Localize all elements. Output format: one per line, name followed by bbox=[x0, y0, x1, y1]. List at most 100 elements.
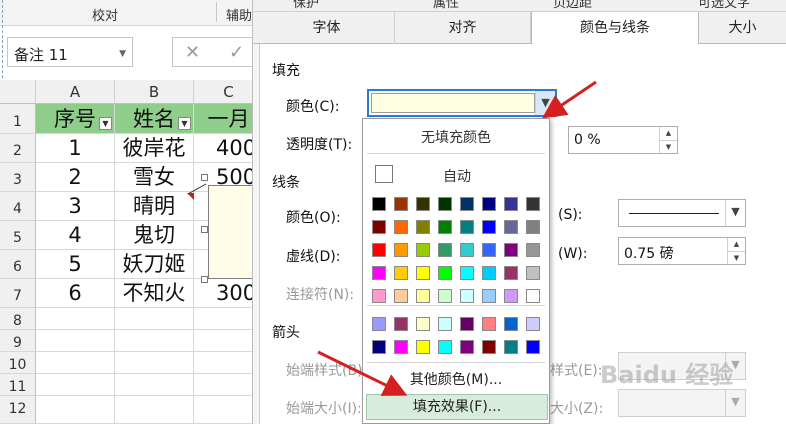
table-cell[interactable]: 4 bbox=[36, 221, 115, 250]
table-cell[interactable]: 3 bbox=[36, 192, 115, 221]
color-swatch[interactable] bbox=[526, 317, 540, 331]
filter-dropdown-icon[interactable]: ▼ bbox=[178, 117, 191, 130]
more-colors-button[interactable]: 其他颜色(M)... bbox=[363, 369, 549, 389]
table-cell[interactable] bbox=[115, 308, 194, 330]
spin-down-icon[interactable]: ▼ bbox=[727, 251, 745, 264]
color-swatch[interactable] bbox=[526, 340, 540, 354]
tab-protection[interactable]: 保护 bbox=[293, 0, 319, 11]
color-swatch[interactable] bbox=[372, 317, 386, 331]
color-swatch[interactable] bbox=[394, 243, 408, 257]
color-swatch[interactable] bbox=[416, 197, 430, 211]
row-header[interactable]: 8 bbox=[0, 308, 36, 330]
color-swatch[interactable] bbox=[438, 197, 452, 211]
color-swatch[interactable] bbox=[394, 197, 408, 211]
select-all-corner[interactable] bbox=[0, 80, 36, 104]
spin-up-icon[interactable]: ▲ bbox=[727, 238, 745, 251]
transparency-spinner[interactable]: 0 % ▲ ▼ bbox=[568, 126, 678, 154]
table-header-cell[interactable]: 序号 ▼ bbox=[36, 104, 115, 134]
color-swatch[interactable] bbox=[438, 243, 452, 257]
automatic-option[interactable]: 自动 bbox=[363, 163, 549, 187]
row-header[interactable]: 7 bbox=[0, 279, 36, 308]
color-swatch[interactable] bbox=[504, 317, 518, 331]
color-swatch[interactable] bbox=[482, 340, 496, 354]
table-cell[interactable]: 晴明 bbox=[115, 192, 194, 221]
chevron-down-icon[interactable]: ▼ bbox=[119, 49, 126, 59]
row-header[interactable]: 1 bbox=[0, 104, 36, 134]
color-swatch[interactable] bbox=[526, 197, 540, 211]
table-cell[interactable] bbox=[36, 330, 115, 352]
row-header[interactable]: 2 bbox=[0, 134, 36, 163]
table-cell[interactable] bbox=[36, 396, 115, 424]
row-header[interactable]: 12 bbox=[0, 396, 36, 424]
tab-font[interactable]: 字体 bbox=[259, 12, 395, 44]
color-swatch[interactable] bbox=[372, 289, 386, 303]
table-header-cell[interactable]: 姓名 ▼ bbox=[115, 104, 194, 134]
color-swatch[interactable] bbox=[416, 220, 430, 234]
table-cell[interactable]: 6 bbox=[36, 279, 115, 308]
tab-size[interactable]: 大小 bbox=[699, 12, 786, 44]
color-swatch[interactable] bbox=[394, 266, 408, 280]
tab-margins[interactable]: 页边距 bbox=[553, 0, 592, 11]
column-header-a[interactable]: A bbox=[36, 80, 115, 104]
color-swatch[interactable] bbox=[482, 266, 496, 280]
color-swatch[interactable] bbox=[460, 289, 474, 303]
color-swatch[interactable] bbox=[504, 340, 518, 354]
column-header-b[interactable]: B bbox=[115, 80, 194, 104]
row-header[interactable]: 6 bbox=[0, 250, 36, 279]
color-swatch[interactable] bbox=[394, 340, 408, 354]
table-cell[interactable]: 2 bbox=[36, 163, 115, 192]
color-swatch[interactable] bbox=[372, 266, 386, 280]
color-swatch[interactable] bbox=[526, 266, 540, 280]
tab-alignment[interactable]: 对齐 bbox=[395, 12, 531, 44]
table-cell[interactable]: 彼岸花 bbox=[115, 134, 194, 163]
color-swatch[interactable] bbox=[482, 243, 496, 257]
name-box[interactable]: 备注 11 ▼ bbox=[7, 37, 133, 67]
color-swatch[interactable] bbox=[460, 340, 474, 354]
enter-icon[interactable]: ✓ bbox=[229, 42, 244, 63]
table-cell[interactable] bbox=[115, 374, 194, 396]
table-cell[interactable]: 鬼切 bbox=[115, 221, 194, 250]
color-swatch[interactable] bbox=[460, 197, 474, 211]
row-header[interactable]: 10 bbox=[0, 352, 36, 374]
spin-down-icon[interactable]: ▼ bbox=[659, 140, 677, 153]
color-swatch[interactable] bbox=[482, 220, 496, 234]
spin-up-icon[interactable]: ▲ bbox=[659, 127, 677, 140]
color-swatch[interactable] bbox=[394, 317, 408, 331]
line-weight-spinner[interactable]: 0.75 磅 ▲ ▼ bbox=[618, 237, 746, 265]
color-swatch[interactable] bbox=[526, 220, 540, 234]
table-cell[interactable]: 1 bbox=[36, 134, 115, 163]
color-swatch[interactable] bbox=[438, 266, 452, 280]
table-cell[interactable]: 5 bbox=[36, 250, 115, 279]
color-swatch[interactable] bbox=[460, 220, 474, 234]
table-cell[interactable]: 不知火 bbox=[115, 279, 194, 308]
table-cell[interactable] bbox=[36, 374, 115, 396]
color-swatch[interactable] bbox=[372, 340, 386, 354]
row-header[interactable]: 9 bbox=[0, 330, 36, 352]
color-swatch[interactable] bbox=[416, 317, 430, 331]
row-header[interactable]: 5 bbox=[0, 221, 36, 250]
color-swatch[interactable] bbox=[372, 220, 386, 234]
color-swatch[interactable] bbox=[372, 197, 386, 211]
no-fill-option[interactable]: 无填充颜色 bbox=[363, 127, 549, 147]
color-swatch[interactable] bbox=[482, 289, 496, 303]
chevron-down-icon[interactable]: ▼ bbox=[725, 390, 745, 416]
tab-colors-lines[interactable]: 颜色与线条 bbox=[531, 12, 699, 45]
color-swatch[interactable] bbox=[372, 243, 386, 257]
fill-effects-button[interactable]: 填充效果(F)... bbox=[366, 394, 548, 420]
color-swatch[interactable] bbox=[504, 243, 518, 257]
table-cell[interactable] bbox=[36, 308, 115, 330]
table-cell[interactable] bbox=[115, 330, 194, 352]
color-swatch[interactable] bbox=[482, 197, 496, 211]
color-swatch[interactable] bbox=[394, 220, 408, 234]
color-swatch[interactable] bbox=[526, 289, 540, 303]
resize-handle[interactable] bbox=[201, 226, 208, 233]
ribbon-group-aux[interactable]: 辅助 bbox=[226, 5, 252, 24]
row-header[interactable]: 4 bbox=[0, 192, 36, 221]
color-swatch[interactable] bbox=[438, 340, 452, 354]
table-cell[interactable]: 妖刀姬 bbox=[115, 250, 194, 279]
color-swatch[interactable] bbox=[504, 197, 518, 211]
ribbon-group-review[interactable]: 校对 bbox=[92, 5, 118, 24]
filter-dropdown-icon[interactable]: ▼ bbox=[99, 117, 112, 130]
color-swatch[interactable] bbox=[438, 220, 452, 234]
chevron-down-icon[interactable]: ▼ bbox=[725, 200, 745, 226]
